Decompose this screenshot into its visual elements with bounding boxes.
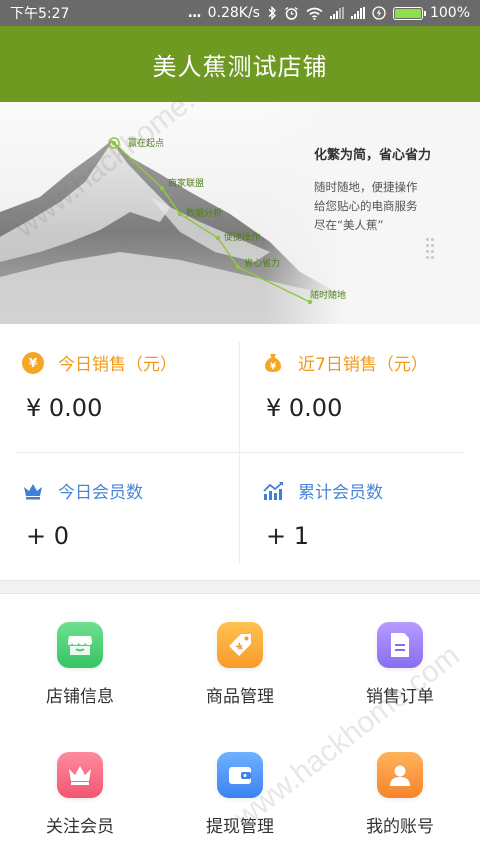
menu-withdrawal-management[interactable]: 提现管理 xyxy=(160,724,320,853)
tag-icon: ¥ xyxy=(217,622,263,668)
document-icon xyxy=(377,622,423,668)
status-bar: 下午5:27 ... 0.28K/s 100% xyxy=(0,0,480,26)
bluetooth-icon xyxy=(268,6,276,20)
banner-desc-line: 随时随地，便捷操作 xyxy=(314,180,418,194)
net-speed: 0.28K/s xyxy=(207,5,260,21)
charging-icon xyxy=(372,6,386,20)
banner-description: 随时随地，便捷操作 给您贴心的电商服务 尽在“美人蕉” xyxy=(314,178,418,235)
menu-label: 提现管理 xyxy=(206,817,274,837)
stat-value: + 0 xyxy=(26,522,70,550)
stat-label: 今日销售（元） xyxy=(58,355,177,375)
divider xyxy=(16,452,464,453)
stat-label: 累计会员数 xyxy=(298,483,383,503)
stat-7day-sales[interactable]: ¥ 近7日销售（元） ¥ 0.00 xyxy=(240,324,480,452)
stat-value: ¥ 0.00 xyxy=(26,394,103,422)
route-label: 随时随地 xyxy=(310,289,346,301)
alarm-icon xyxy=(285,6,298,20)
banner-desc-line: 尽在“美人蕉” xyxy=(314,218,384,232)
money-bag-icon: ¥ xyxy=(265,353,281,372)
route-label: 数据分析 xyxy=(186,207,222,219)
signal-icon-1 xyxy=(329,7,344,19)
menu-grid: 店铺信息 ¥ 商品管理 销售订单 关注会员 提现管理 我的账号 xyxy=(0,594,480,853)
status-dots: ... xyxy=(187,5,202,21)
stat-value: ¥ 0.00 xyxy=(266,394,343,422)
yen-coin-icon: ¥ xyxy=(22,351,44,374)
route-label: 省心省力 xyxy=(244,257,280,269)
banner-slogan: 化繁为简，省心省力 xyxy=(314,148,432,163)
status-time: 下午5:27 xyxy=(10,6,70,22)
menu-label: 关注会员 xyxy=(46,817,114,837)
stats-panel: ¥ 今日销售（元） ¥ 0.00 ¥ 近7日销售（元） ¥ 0.00 今日会员数… xyxy=(0,324,480,580)
trend-chart-icon xyxy=(263,481,283,500)
route-label: 商家联盟 xyxy=(168,177,204,189)
battery-percent: 100% xyxy=(429,5,470,21)
menu-label: 商品管理 xyxy=(206,687,274,707)
menu-store-info[interactable]: 店铺信息 xyxy=(0,594,160,724)
drag-handle-icon xyxy=(426,238,436,262)
menu-sales-orders[interactable]: 销售订单 xyxy=(320,594,480,724)
menu-label: 我的账号 xyxy=(366,817,434,837)
crown-icon xyxy=(24,483,42,499)
stat-today-members[interactable]: 今日会员数 + 0 xyxy=(0,452,240,580)
promo-banner[interactable]: 赢在起点 商家联盟 数据分析 便捷操作 省心省力 随时随地 化繁为简，省心省力 … xyxy=(0,102,480,324)
stat-label: 近7日销售（元） xyxy=(298,355,428,375)
route-label: 便捷操作 xyxy=(224,231,260,243)
stat-total-members[interactable]: 累计会员数 + 1 xyxy=(240,452,480,580)
banner-desc-line: 给您贴心的电商服务 xyxy=(314,199,418,213)
menu-my-account[interactable]: 我的账号 xyxy=(320,724,480,853)
route-label: 赢在起点 xyxy=(128,137,164,149)
battery-icon xyxy=(392,6,426,20)
section-separator xyxy=(0,580,480,594)
wifi-icon xyxy=(306,7,323,20)
crown-icon xyxy=(57,752,103,798)
menu-product-management[interactable]: ¥ 商品管理 xyxy=(160,594,320,724)
signal-icon-2 xyxy=(350,7,365,19)
menu-followed-members[interactable]: 关注会员 xyxy=(0,724,160,853)
svg-text:¥: ¥ xyxy=(270,362,277,372)
store-icon xyxy=(57,622,103,668)
stat-value: + 1 xyxy=(266,522,310,550)
stat-label: 今日会员数 xyxy=(58,483,143,503)
stat-today-sales[interactable]: ¥ 今日销售（元） ¥ 0.00 xyxy=(0,324,240,452)
user-icon xyxy=(377,752,423,798)
menu-label: 店铺信息 xyxy=(46,687,114,707)
divider xyxy=(239,342,240,564)
page-title: 美人蕉测试店铺 xyxy=(152,52,328,81)
status-right: ... 0.28K/s 100% xyxy=(188,5,470,21)
app-header: 美人蕉测试店铺 xyxy=(0,26,480,102)
wallet-icon xyxy=(217,752,263,798)
menu-label: 销售订单 xyxy=(366,687,434,707)
